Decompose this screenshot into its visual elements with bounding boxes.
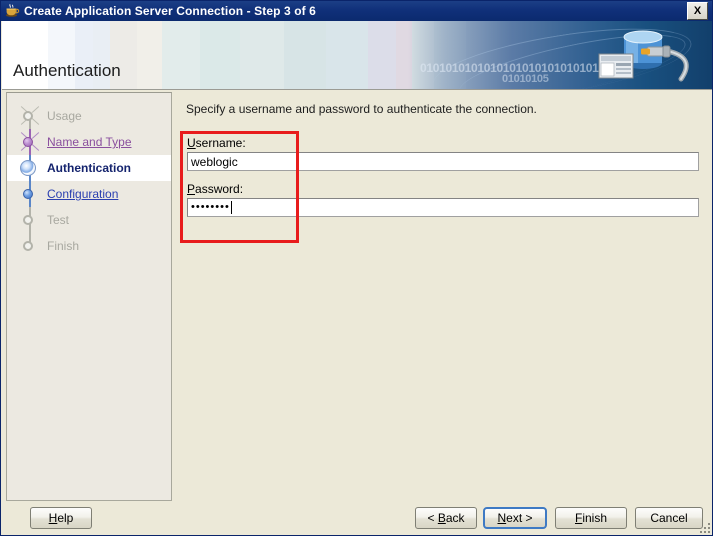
step-dot-gray — [23, 111, 33, 121]
sidebar-item-finish: Finish — [7, 233, 171, 259]
banner-binary-text-2: 01010105 — [502, 73, 549, 85]
next-button-label: ext > — [506, 511, 532, 525]
step-dot-gray — [23, 241, 33, 251]
back-button[interactable]: < Back — [415, 507, 477, 529]
sidebar-item-label: Authentication — [47, 161, 131, 175]
sidebar-item-authentication[interactable]: Authentication — [7, 155, 171, 181]
title-bar[interactable]: Create Application Server Connection - S… — [1, 1, 712, 21]
sidebar-item-label[interactable]: Name and Type — [47, 135, 132, 149]
sidebar-item-configuration[interactable]: Configuration — [7, 181, 171, 207]
next-button-mnemonic: N — [497, 511, 506, 525]
username-label-text: sername: — [196, 136, 246, 150]
username-label-mnemonic: U — [187, 136, 196, 150]
close-icon[interactable]: X — [687, 2, 708, 20]
sidebar-item-usage: Usage — [7, 103, 171, 129]
back-button-mnemonic: B — [438, 511, 446, 525]
username-input[interactable]: weblogic — [187, 152, 699, 171]
database-cable-connector-icon — [595, 25, 699, 87]
cancel-button[interactable]: Cancel — [635, 507, 703, 529]
wizard-banner: 010101010101010101010101010101 01010105 — [2, 21, 713, 89]
username-value: weblogic — [191, 155, 238, 169]
main-panel: Specify a username and password to authe… — [180, 92, 709, 501]
java-coffee-cup-icon — [4, 3, 20, 19]
step-marker-name-and-type — [19, 129, 41, 155]
step-marker-authentication — [19, 155, 41, 181]
password-label-mnemonic: P — [187, 182, 195, 196]
dialog-content: Usage Name and Type — [2, 90, 713, 536]
text-caret — [231, 201, 232, 214]
step-marker-finish — [19, 233, 41, 259]
sidebar-item-label: Test — [47, 213, 69, 227]
password-label: Password: — [187, 182, 243, 196]
window-title: Create Application Server Connection - S… — [24, 4, 687, 18]
password-label-text: assword: — [195, 182, 243, 196]
username-label: Username: — [187, 136, 246, 150]
sidebar-item-label: Usage — [47, 109, 82, 123]
page-title: Authentication — [13, 61, 121, 81]
step-dot-blue — [23, 189, 33, 199]
sidebar-item-label: Finish — [47, 239, 79, 253]
password-value: •••••••• — [191, 202, 230, 213]
wizard-step-list: Usage Name and Type — [6, 92, 172, 501]
instruction-text: Specify a username and password to authe… — [186, 102, 537, 116]
wizard-dialog: Create Application Server Connection - S… — [0, 0, 713, 536]
step-marker-configuration — [19, 181, 41, 207]
help-button-label: elp — [57, 511, 73, 525]
resize-grip-icon[interactable] — [699, 522, 711, 534]
step-marker-test — [19, 207, 41, 233]
password-input[interactable]: •••••••• — [187, 198, 699, 217]
step-dot-purple — [23, 137, 33, 147]
steps-container: Usage Name and Type — [7, 103, 171, 259]
next-button[interactable]: Next > — [483, 507, 547, 529]
dialog-footer: Help < Back Next > Finish Cancel — [2, 501, 713, 536]
step-marker-usage — [19, 103, 41, 129]
sidebar-item-label[interactable]: Configuration — [47, 187, 118, 201]
sidebar-item-test: Test — [7, 207, 171, 233]
step-dot-current — [20, 160, 36, 176]
step-dot-gray — [23, 215, 33, 225]
finish-button[interactable]: Finish — [555, 507, 627, 529]
back-button-prefix: < — [427, 511, 437, 525]
sidebar-item-name-and-type[interactable]: Name and Type — [7, 129, 171, 155]
finish-button-label: inish — [582, 511, 607, 525]
help-button[interactable]: Help — [30, 507, 92, 529]
cancel-button-label: Cancel — [650, 511, 687, 525]
back-button-label: ack — [446, 511, 465, 525]
